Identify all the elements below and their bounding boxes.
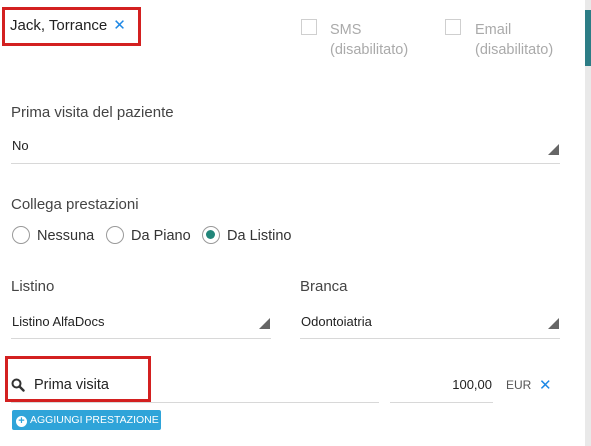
branch-underline <box>300 338 560 339</box>
highlight-box-service <box>5 356 151 402</box>
first-visit-underline <box>11 163 560 164</box>
radio-label-da-listino[interactable]: Da Listino <box>227 228 291 244</box>
price-input[interactable]: 100,00 <box>390 377 492 392</box>
email-label-line-2: (disabilitato) <box>475 42 554 58</box>
dropdown-arrow-icon[interactable] <box>548 144 559 155</box>
scrollbar-thumb[interactable] <box>585 10 591 66</box>
sms-label: SMS (disabilitato) <box>330 20 408 60</box>
branch-label: Branca <box>300 278 348 295</box>
first-visit-label: Prima visita del paziente <box>11 104 174 121</box>
sms-label-line-1: SMS <box>330 22 362 38</box>
price-list-select-value[interactable]: Listino AlfaDocs <box>12 314 105 329</box>
price-list-label: Listino <box>11 278 55 295</box>
email-label-line-1: Email <box>475 22 512 38</box>
scrollbar[interactable] <box>585 0 591 446</box>
price-underline <box>390 402 493 403</box>
dropdown-arrow-icon[interactable] <box>548 318 559 329</box>
price-list-underline <box>11 338 271 339</box>
radio-label-nessuna[interactable]: Nessuna <box>37 228 94 244</box>
branch-select-value[interactable]: Odontoiatria <box>301 314 372 329</box>
plus-circle-icon: + <box>16 416 27 427</box>
dropdown-arrow-icon[interactable] <box>259 318 270 329</box>
email-checkbox[interactable] <box>445 19 461 35</box>
link-services-label: Collega prestazioni <box>11 196 139 213</box>
service-underline <box>11 402 379 403</box>
highlight-box-patient <box>2 7 141 46</box>
radio-da-listino[interactable] <box>202 226 220 244</box>
radio-label-da-piano[interactable]: Da Piano <box>131 228 191 244</box>
sms-checkbox[interactable] <box>301 19 317 35</box>
sms-label-line-2: (disabilitato) <box>330 42 409 58</box>
add-service-button[interactable]: + AGGIUNGI PRESTAZIONE <box>12 410 161 430</box>
add-service-button-label: AGGIUNGI PRESTAZIONE <box>30 414 159 426</box>
radio-da-piano[interactable] <box>106 226 124 244</box>
currency-label: EUR <box>506 378 532 392</box>
radio-nessuna[interactable] <box>12 226 30 244</box>
first-visit-select-value[interactable]: No <box>12 138 29 153</box>
email-label: Email (disabilitato) <box>475 20 553 60</box>
close-icon[interactable]: ✕ <box>539 376 552 394</box>
